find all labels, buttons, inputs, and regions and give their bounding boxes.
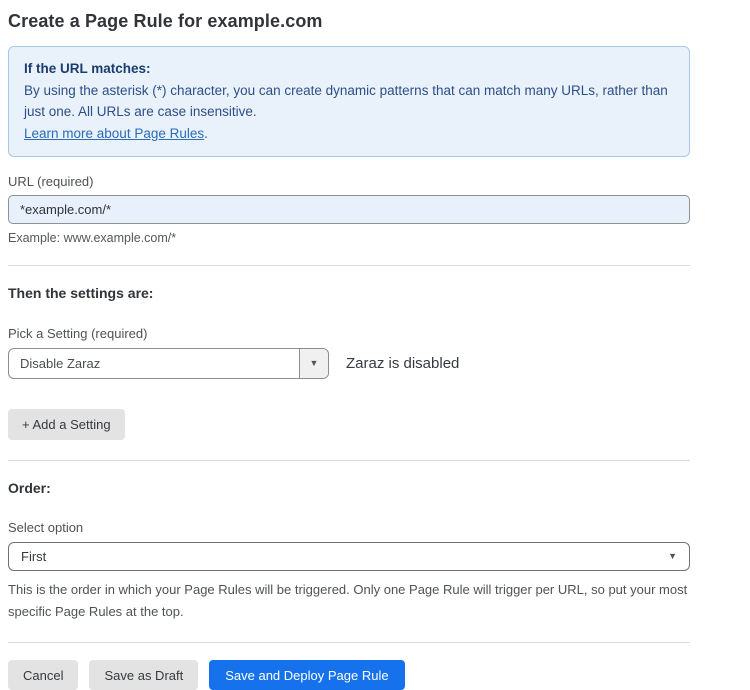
save-as-draft-button[interactable]: Save as Draft [89,660,198,690]
url-field-label: URL (required) [8,174,690,189]
info-link-line: Learn more about Page Rules. [24,123,674,145]
save-and-deploy-button[interactable]: Save and Deploy Page Rule [209,660,404,690]
page-title: Create a Page Rule for example.com [8,11,690,32]
link-period: . [204,126,208,141]
info-box-body: By using the asterisk (*) character, you… [24,80,674,123]
divider [8,642,690,643]
page-rule-form: Create a Page Rule for example.com If th… [8,0,690,690]
settings-section-heading: Then the settings are: [8,285,690,301]
divider [8,460,690,461]
learn-more-link[interactable]: Learn more about Page Rules [24,126,204,141]
url-example-text: Example: www.example.com/* [8,231,690,245]
setting-select[interactable]: Disable Zaraz ▼ [8,348,329,379]
info-box-heading: If the URL matches: [24,58,674,80]
order-select[interactable]: First ▼ [8,542,690,571]
setting-select-arrow-button[interactable]: ▼ [299,349,328,378]
url-match-info-box: If the URL matches: By using the asteris… [8,46,690,157]
add-setting-button[interactable]: + Add a Setting [8,409,125,440]
order-section-heading: Order: [8,480,690,496]
caret-down-icon: ▼ [668,552,677,561]
setting-picker-label: Pick a Setting (required) [8,326,690,341]
caret-down-icon: ▼ [310,359,319,368]
url-input[interactable] [8,195,690,224]
order-select-value: First [21,549,46,564]
form-actions: Cancel Save as Draft Save and Deploy Pag… [8,660,690,690]
order-select-label: Select option [8,520,690,535]
setting-row: Disable Zaraz ▼ Zaraz is disabled [8,348,690,379]
divider [8,265,690,266]
order-help-text: This is the order in which your Page Rul… [8,579,690,622]
setting-status-text: Zaraz is disabled [346,355,459,372]
setting-select-value: Disable Zaraz [9,349,299,378]
cancel-button[interactable]: Cancel [8,660,78,690]
